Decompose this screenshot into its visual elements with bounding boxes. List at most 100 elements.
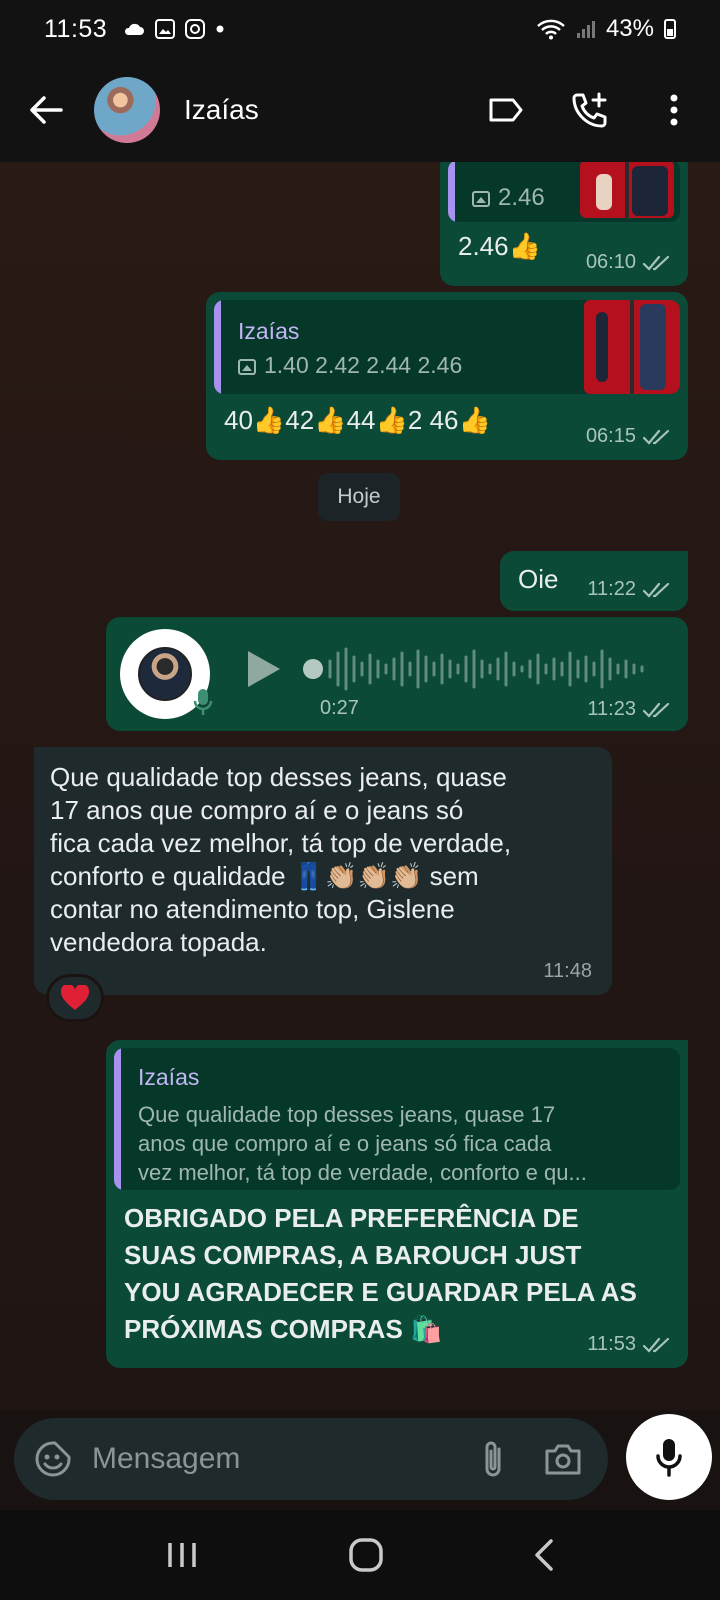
reaction-badge[interactable]: [46, 974, 104, 1022]
label-button[interactable]: [486, 90, 526, 130]
status-bar: 11:53 43%: [0, 0, 720, 58]
message-line: Que qualidade top desses jeans, quase: [50, 762, 507, 792]
message-time: 11:22: [587, 578, 636, 600]
status-time: 11:53: [44, 14, 108, 43]
message-input[interactable]: Mensagem: [92, 1442, 240, 1476]
quote-line: anos que compro aí e o jeans só fica cad…: [138, 1131, 552, 1156]
message-bubble-outgoing[interactable]: Izaías Que qualidade top desses jeans, q…: [106, 1040, 688, 1368]
instagram-icon: [185, 19, 206, 39]
quote-body: Que qualidade top desses jeans, quase 17…: [138, 1100, 587, 1187]
message-meta: 11:53: [587, 1333, 672, 1356]
message-meta: 11:22: [587, 578, 672, 601]
message-time: 11:48: [543, 960, 592, 982]
header-actions: [486, 90, 694, 130]
message-bubble-outgoing[interactable]: Izaías 1.40 2.42 2.44 2.46 40👍42👍44👍2 46…: [206, 292, 688, 460]
attach-icon[interactable]: [482, 1439, 504, 1479]
thumbnail-figure: [640, 304, 666, 390]
sticker-icon[interactable]: [34, 1440, 72, 1478]
quote-thumbnail[interactable]: [584, 300, 680, 394]
chat-area[interactable]: 2.46 2.46👍 06:10 Izaías 1.40 2.42 2.44 2…: [0, 162, 720, 1410]
double-check-icon: [642, 429, 670, 445]
message-meta: 06:15: [586, 425, 672, 448]
image-icon: [238, 359, 256, 376]
message-meta: 11:48: [543, 960, 592, 983]
quote-caption-text: 1.40 2.42 2.44 2.46: [264, 352, 463, 378]
message-line: PRÓXIMAS COMPRAS 🛍️: [124, 1314, 443, 1344]
quote-line: Que qualidade top desses jeans, quase 17: [138, 1102, 556, 1127]
signal-icon: [576, 21, 595, 38]
reply-quote[interactable]: Izaías 1.40 2.42 2.44 2.46: [214, 300, 680, 394]
message-text: 2.46👍: [458, 230, 541, 263]
voice-avatar-photo: [138, 647, 192, 701]
add-call-button[interactable]: [570, 90, 610, 130]
status-right: 43%: [536, 15, 676, 43]
thumbnail-figure: [596, 174, 612, 210]
message-line: vendedora topada.: [50, 927, 267, 957]
message-meta: 11:23: [587, 698, 672, 721]
message-line: 17 anos que compro aí e o jeans só: [50, 795, 464, 825]
message-input-container[interactable]: Mensagem: [14, 1418, 608, 1500]
message-bubble-incoming[interactable]: Que qualidade top desses jeans, quase 17…: [34, 747, 612, 995]
voice-message-bubble[interactable]: 0:27 11:23: [106, 617, 688, 731]
message-time: 11:53: [587, 1333, 636, 1355]
label-icon: [489, 98, 523, 122]
image-icon: [472, 191, 490, 208]
reply-quote[interactable]: 2.46: [448, 162, 680, 222]
thumbnail-figure: [632, 166, 668, 216]
message-line: SUAS COMPRAS, A BAROUCH JUST: [124, 1240, 582, 1270]
double-check-icon: [642, 702, 670, 718]
battery-icon: [664, 19, 676, 39]
wifi-icon: [537, 19, 565, 40]
heart-icon: [60, 985, 90, 1010]
message-text: Oie: [518, 564, 559, 594]
back-nav-icon[interactable]: [533, 1538, 555, 1572]
voice-record-button[interactable]: [626, 1414, 712, 1500]
double-check-icon: [642, 255, 670, 271]
message-text: 40👍42👍44👍2 46👍: [224, 405, 491, 435]
reply-quote[interactable]: Izaías Que qualidade top desses jeans, q…: [114, 1048, 680, 1190]
recent-apps-icon[interactable]: [165, 1540, 199, 1570]
double-check-icon: [642, 582, 670, 598]
thumbnail-figure: [596, 312, 608, 382]
contact-name[interactable]: Izaías: [184, 94, 259, 126]
arrow-left-icon: [30, 96, 63, 124]
contact-avatar[interactable]: [94, 77, 160, 143]
thumbs-up-emoji: 👍: [508, 232, 541, 262]
message-text-value: 2.46: [458, 231, 509, 261]
gallery-icon: [155, 19, 176, 39]
notification-icons: [123, 19, 225, 39]
phone-plus-icon: [572, 92, 607, 128]
message-time: 11:23: [587, 698, 636, 720]
more-options-button[interactable]: [654, 90, 694, 130]
more-vertical-icon: [670, 94, 678, 126]
battery-percent: 43%: [605, 15, 654, 42]
date-separator: Hoje: [318, 473, 400, 521]
quote-caption: 2.46: [472, 184, 545, 212]
system-nav-bar: [0, 1510, 720, 1600]
message-text: OBRIGADO PELA PREFERÊNCIA DE SUAS COMPRA…: [124, 1200, 637, 1348]
message-line: conforto e qualidade 👖👏🏼👏🏼👏🏼 sem: [50, 861, 479, 891]
quote-caption: 1.40 2.42 2.44 2.46: [238, 352, 462, 379]
camera-icon[interactable]: [544, 1442, 582, 1476]
back-button[interactable]: [26, 90, 66, 130]
message-bubble-outgoing[interactable]: 2.46 2.46👍 06:10: [440, 162, 688, 286]
message-time: 06:15: [585, 425, 636, 447]
quote-caption-text: 2.46: [498, 184, 545, 211]
home-icon[interactable]: [348, 1537, 384, 1573]
dot-icon: [216, 25, 224, 33]
message-bubble-outgoing[interactable]: Oie 11:22: [500, 551, 688, 611]
quote-thumbnail[interactable]: [580, 162, 674, 218]
microphone-icon: [193, 689, 213, 715]
cloud-icon: [125, 23, 145, 35]
chat-header: Izaías: [0, 58, 720, 162]
message-line: OBRIGADO PELA PREFERÊNCIA DE: [124, 1203, 579, 1233]
play-button[interactable]: [244, 647, 284, 691]
microphone-icon: [656, 1439, 682, 1477]
input-actions: [482, 1439, 582, 1479]
waveform-icon[interactable]: [302, 643, 652, 695]
message-text: Que qualidade top desses jeans, quase 17…: [50, 761, 511, 959]
message-line: fica cada vez melhor, tá top de verdade,: [50, 828, 512, 858]
message-meta: 06:10: [586, 251, 672, 274]
quote-line: vez melhor, tá top de verdade, conforto …: [138, 1160, 587, 1185]
compose-bar: Mensagem: [0, 1410, 720, 1510]
